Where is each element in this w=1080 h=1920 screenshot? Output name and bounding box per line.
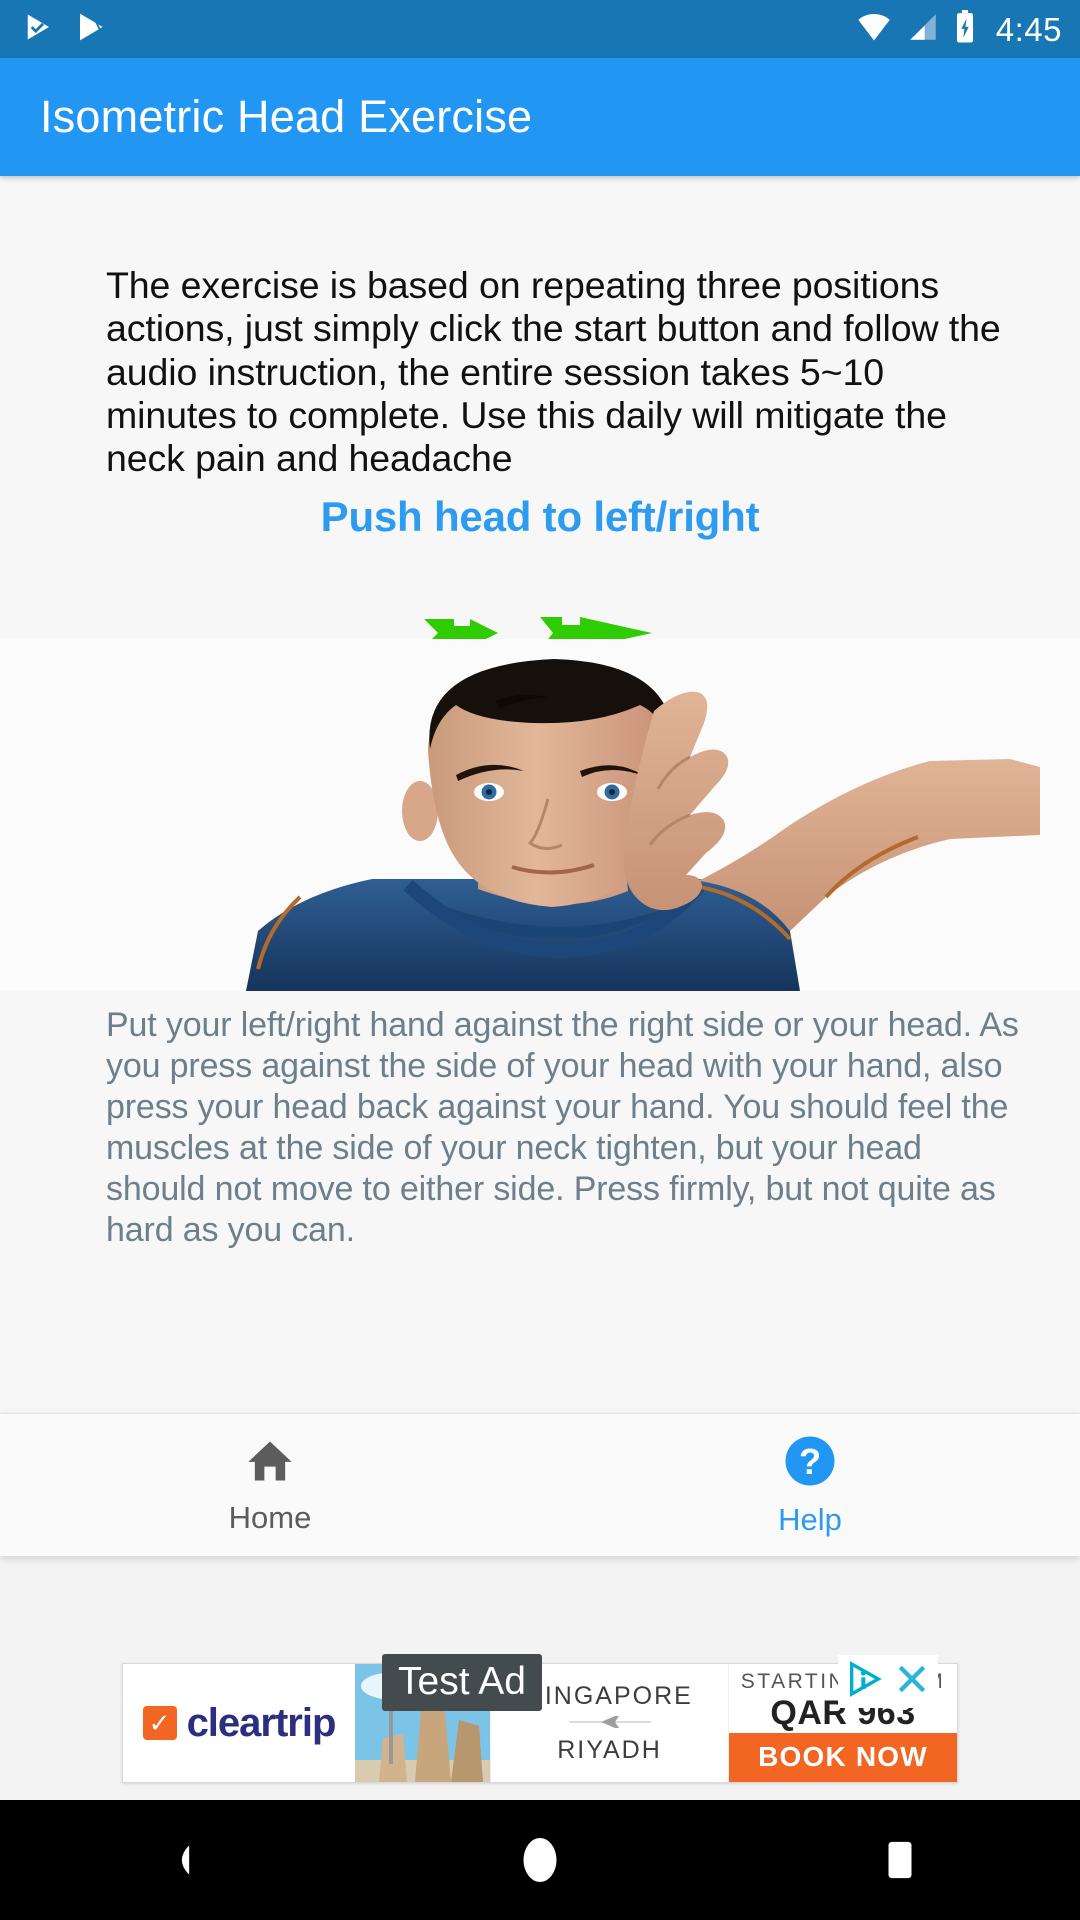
close-icon[interactable] bbox=[892, 1659, 932, 1704]
exercise-figure bbox=[0, 638, 1080, 991]
ad-brand: ✓ cleartrip bbox=[123, 1664, 355, 1782]
android-recents-button[interactable] bbox=[720, 1837, 1080, 1883]
android-home-button[interactable] bbox=[360, 1834, 720, 1886]
wifi-icon bbox=[856, 12, 892, 47]
cellular-signal-icon bbox=[906, 12, 940, 47]
adchoices-icon[interactable] bbox=[844, 1659, 886, 1704]
nav-item-home[interactable]: Home bbox=[0, 1414, 540, 1556]
status-bar: 4:45 bbox=[0, 0, 1080, 58]
ad-book-now-button[interactable]: BOOK NOW bbox=[729, 1733, 957, 1782]
status-bar-indicators: 4:45 bbox=[856, 9, 1062, 49]
nav-item-help-label: Help bbox=[778, 1501, 842, 1537]
bottom-navigation: Home ? Help bbox=[0, 1413, 1080, 1556]
battery-charging-icon bbox=[954, 9, 976, 49]
intro-paragraph: The exercise is based on repeating three… bbox=[106, 264, 1001, 480]
ad-brand-name: cleartrip bbox=[186, 1700, 337, 1745]
home-circle-icon bbox=[523, 1838, 557, 1882]
nav-item-home-label: Home bbox=[228, 1499, 312, 1535]
exercise-section-title: Push head to left/right bbox=[320, 492, 760, 540]
ad-destination-city: RIYADH bbox=[557, 1735, 662, 1764]
scroll-content[interactable]: The exercise is based on repeating three… bbox=[0, 176, 1080, 1413]
phone-screen: 4:45 Isometric Head Exercise The exercis… bbox=[0, 0, 1080, 1920]
home-icon bbox=[242, 1435, 298, 1492]
ad-test-label: Test Ad bbox=[382, 1654, 542, 1711]
status-bar-clock: 4:45 bbox=[995, 10, 1062, 48]
recents-square-icon bbox=[888, 1841, 912, 1879]
head-side-press-illustration bbox=[0, 591, 1080, 991]
app-bar: Isometric Head Exercise bbox=[0, 58, 1080, 176]
page-title: Isometric Head Exercise bbox=[40, 91, 533, 142]
exercise-detail-paragraph: Put your left/right hand against the rig… bbox=[106, 1005, 1019, 1250]
playstore-icon bbox=[76, 11, 108, 48]
ad-origin-city: SINGAPORE bbox=[526, 1681, 693, 1710]
playstore-update-icon bbox=[24, 11, 54, 48]
ad-controls bbox=[838, 1655, 938, 1708]
help-circle-icon: ? bbox=[782, 1433, 838, 1494]
ad-brand-check-icon: ✓ bbox=[142, 1706, 177, 1740]
plane-icon bbox=[565, 1713, 655, 1734]
svg-text:?: ? bbox=[799, 1441, 821, 1482]
nav-item-help[interactable]: ? Help bbox=[540, 1414, 1080, 1556]
android-navigation-bar bbox=[0, 1800, 1080, 1920]
status-bar-notifications bbox=[24, 11, 108, 48]
back-triangle-icon bbox=[181, 1845, 190, 1875]
android-back-button[interactable] bbox=[0, 1838, 360, 1882]
